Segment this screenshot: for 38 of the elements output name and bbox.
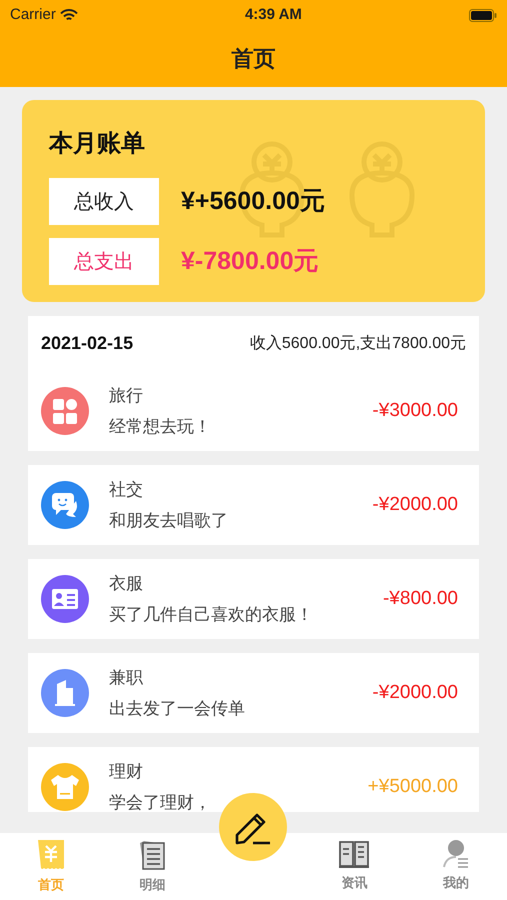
entry-card[interactable]: 2021-02-15 收入5600.00元,支出7800.00元 旅行 经常想去玩！ -¥3000.00 <box>28 316 479 451</box>
entry-card[interactable]: 理财 学会了理财， +¥5000.00 <box>28 747 479 812</box>
entry-amount: +¥5000.00 <box>368 774 459 799</box>
entry-title: 理财 <box>109 760 144 782</box>
entry-card[interactable]: 兼职 出去发了一会传单 -¥2000.00 <box>28 653 479 733</box>
entry-note: 经常想去玩！ <box>109 416 212 438</box>
battery-icon <box>469 8 497 22</box>
entry-card[interactable]: 衣服 买了几件自己喜欢的衣服！ -¥800.00 <box>28 559 479 639</box>
expense-total: ¥-7800.00元 <box>181 246 319 277</box>
page-title: 首页 <box>232 45 276 73</box>
entry-amount: -¥2000.00 <box>372 492 459 517</box>
entry-amount: -¥3000.00 <box>372 398 459 423</box>
person-icon <box>442 839 470 869</box>
entry-note: 买了几件自己喜欢的衣服！ <box>109 604 314 626</box>
entry-note: 和朋友去唱歌了 <box>109 510 229 532</box>
entry-amount: -¥2000.00 <box>372 680 459 705</box>
entry-title: 旅行 <box>109 384 144 406</box>
expense-label: 总支出 <box>49 238 159 285</box>
entry-note: 学会了理财， <box>109 792 212 812</box>
status-time: 4:39 AM <box>244 4 302 25</box>
book-icon <box>338 839 370 869</box>
entry-title: 社交 <box>109 478 144 500</box>
carrier-label: Carrier <box>10 4 56 25</box>
tab-item[interactable]: 明细 <box>102 839 204 894</box>
wifi-icon <box>60 8 78 22</box>
receipt-icon <box>36 839 65 871</box>
income-label: 总收入 <box>49 178 159 225</box>
income-total: ¥+5600.00元 <box>181 186 325 217</box>
day-totals: 收入5600.00元,支出7800.00元 <box>250 334 466 354</box>
entry-amount: -¥800.00 <box>382 586 459 611</box>
entry-card[interactable]: 社交 和朋友去唱歌了 -¥2000.00 <box>28 465 479 545</box>
tab-item[interactable]: 我的 <box>405 839 507 892</box>
card-title: 本月账单 <box>49 129 146 159</box>
entry-note: 出去发了一会传单 <box>109 698 246 720</box>
tab-item[interactable]: 资讯 <box>304 839 406 892</box>
entry-title: 衣服 <box>109 572 144 594</box>
date-label: 2021-02-15 <box>41 332 134 355</box>
entry-title: 兼职 <box>109 666 144 688</box>
